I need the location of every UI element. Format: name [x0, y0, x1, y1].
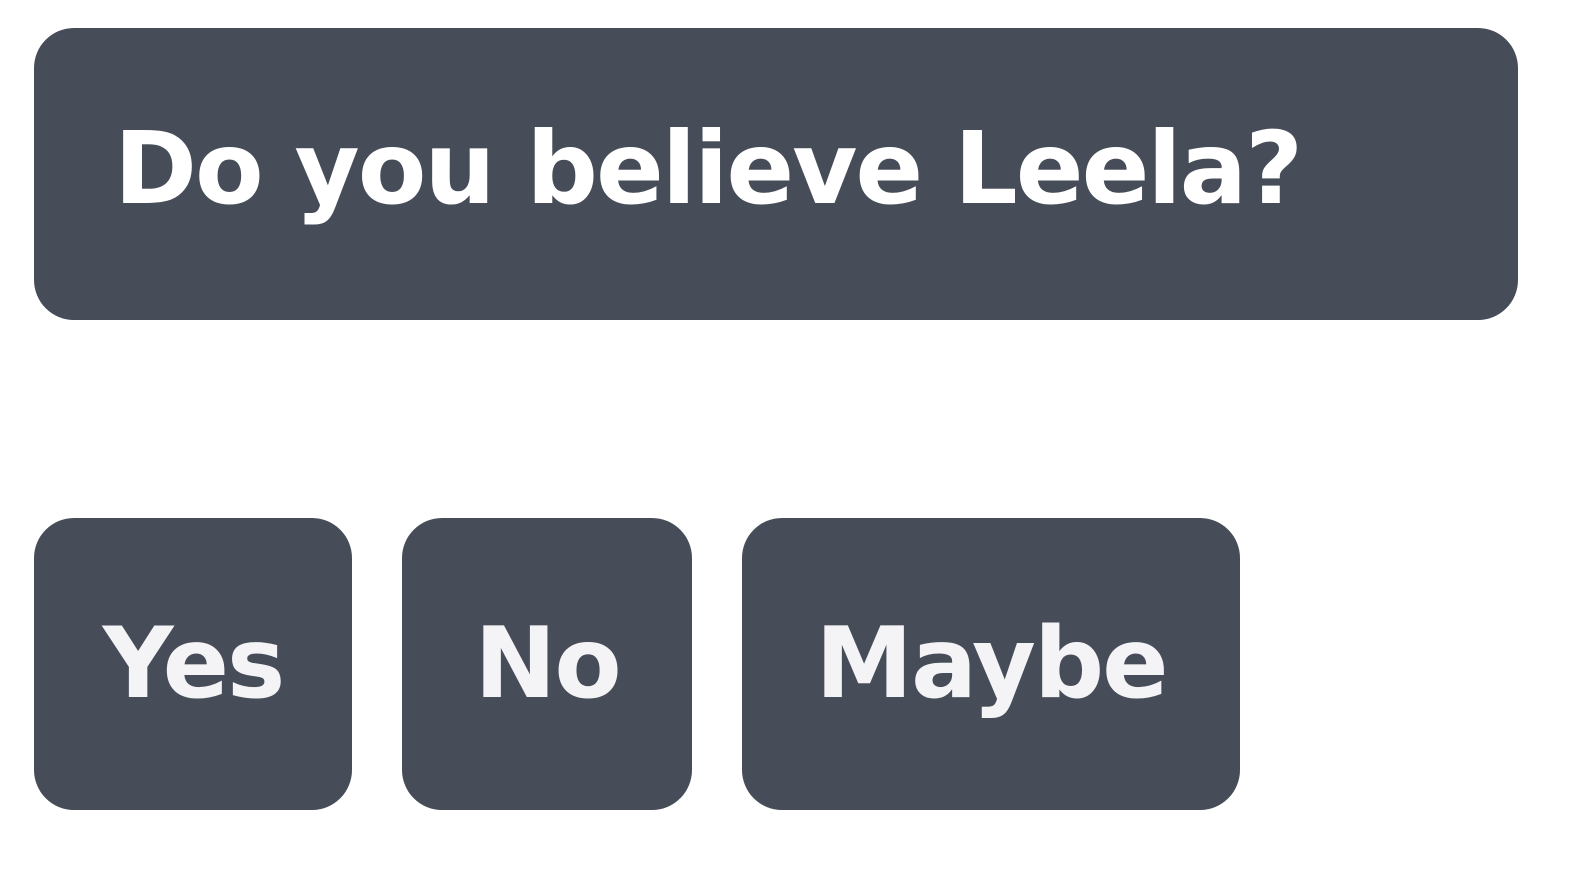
maybe-button-label: Maybe	[815, 607, 1168, 721]
maybe-button[interactable]: Maybe	[742, 518, 1240, 810]
question-text: Do you believe Leela?	[114, 110, 1303, 227]
question-panel: Do you believe Leela?	[34, 28, 1518, 320]
choice-list: Yes No Maybe	[34, 518, 1240, 810]
yes-button-label: Yes	[102, 607, 286, 721]
yes-button[interactable]: Yes	[34, 518, 352, 810]
no-button[interactable]: No	[402, 518, 692, 810]
no-button-label: No	[474, 607, 621, 721]
